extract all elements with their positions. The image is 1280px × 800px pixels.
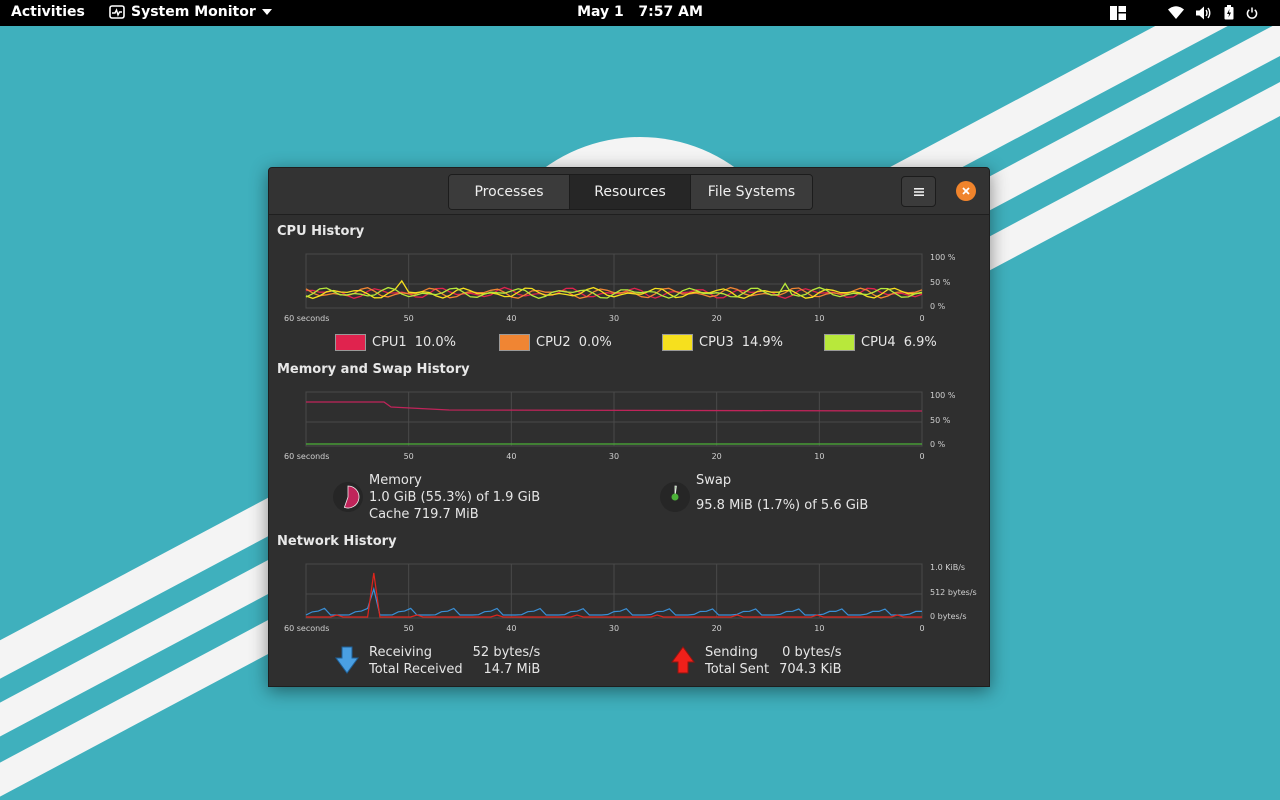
cpu3-name: CPU3	[699, 335, 734, 350]
window-layout-icon[interactable]	[1110, 5, 1126, 20]
receiving-info: Receiving 52 bytes/s Total Received 14.7…	[369, 644, 540, 678]
network-y-label: 0 bytes/s	[930, 612, 967, 621]
memory-cache: Cache 719.7 MiB	[369, 507, 479, 522]
close-button[interactable]	[956, 181, 976, 201]
network-y-label: 1.0 KiB/s	[930, 563, 965, 572]
app-menu-label: System Monitor	[131, 4, 256, 20]
swap-usage: 95.8 MiB (1.7%) of 5.6 GiB	[696, 498, 869, 513]
hamburger-menu-icon	[913, 187, 924, 196]
cpu-history-graph: 100 % 50 % 0 % 60 seconds 50 40 30 20 10 0	[284, 253, 956, 323]
network-y-label: 512 bytes/s	[930, 588, 977, 597]
swap-label: Swap	[696, 473, 732, 488]
tab-file-systems[interactable]: File Systems	[691, 175, 812, 209]
cpu1-color-swatch[interactable]	[335, 334, 366, 351]
clock-button[interactable]: May 1 7:57 AM	[577, 4, 703, 20]
cpu-y-label: 100 %	[930, 253, 956, 262]
network-history-title: Network History	[277, 534, 397, 549]
swap-info: Swap 95.8 MiB (1.7%) of 5.6 GiB	[696, 472, 868, 514]
header-bar: Processes Resources File Systems	[269, 168, 989, 215]
cpu-y-label: 0 %	[930, 302, 946, 311]
top-bar: Activities System Monitor May 1 7:57 AM	[0, 0, 1280, 26]
system-monitor-app-icon	[109, 5, 125, 19]
memory-x-label: 20	[712, 452, 722, 461]
wifi-icon	[1168, 6, 1184, 19]
total-received-label: Total Received	[369, 662, 463, 677]
cpu3-legend: CPU3 14.9%	[662, 334, 783, 351]
memory-x-label: 30	[609, 452, 619, 461]
sending-info: Sending 0 bytes/s Total Sent 704.3 KiB	[705, 644, 842, 678]
memory-x-label: 50	[404, 452, 414, 461]
total-sent-value: 704.3 KiB	[779, 662, 842, 677]
memory-history-graph: 100 % 50 % 0 % 60 seconds 50 40 30 20 10 0	[284, 391, 956, 461]
battery-icon	[1224, 5, 1234, 20]
close-icon	[962, 187, 970, 195]
activities-button[interactable]: Activities	[11, 4, 85, 20]
tab-resources[interactable]: Resources	[570, 175, 691, 209]
network-history-graph: 1.0 KiB/s 512 bytes/s 0 bytes/s 60 seconds 5…	[284, 563, 977, 633]
network-x-label: 50	[404, 624, 414, 633]
cpu-x-label: 30	[609, 314, 619, 323]
clock-time: 7:57 AM	[638, 4, 703, 20]
cpu-x-label: 60 seconds	[284, 314, 329, 323]
tab-processes[interactable]: Processes	[449, 175, 570, 209]
network-x-label: 20	[712, 624, 722, 633]
memory-label: Memory	[369, 473, 422, 488]
network-x-label: 0	[919, 624, 924, 633]
cpu-y-label: 50 %	[930, 278, 951, 287]
cpu-x-label: 40	[506, 314, 516, 323]
volume-icon	[1196, 6, 1211, 19]
power-icon	[1246, 7, 1258, 19]
memory-history-title: Memory and Swap History	[277, 362, 470, 377]
sending-label: Sending	[705, 645, 758, 660]
clock-date: May 1	[577, 4, 624, 20]
memory-x-label: 60 seconds	[284, 452, 329, 461]
memory-pie-chart[interactable]	[332, 481, 364, 513]
upload-arrow-icon	[671, 646, 695, 674]
cpu4-value: 6.9%	[903, 335, 937, 350]
memory-x-label: 0	[919, 452, 924, 461]
swap-pie-chart[interactable]	[659, 481, 691, 513]
total-received-value: 14.7 MiB	[483, 662, 541, 677]
sending-value: 0 bytes/s	[782, 645, 842, 660]
receiving-value: 52 bytes/s	[472, 645, 541, 660]
cpu-history-title: CPU History	[277, 224, 365, 239]
menu-button[interactable]	[901, 176, 936, 207]
receiving-label: Receiving	[369, 645, 433, 660]
cpu1-name: CPU1	[372, 335, 407, 350]
system-tray[interactable]	[1110, 5, 1258, 20]
network-x-label: 60 seconds	[284, 624, 329, 633]
download-arrow-icon	[335, 646, 359, 674]
memory-x-label: 10	[814, 452, 824, 461]
chevron-down-icon	[261, 9, 272, 15]
network-x-label: 30	[609, 624, 619, 633]
view-switcher: Processes Resources File Systems	[448, 174, 813, 210]
memory-usage: 1.0 GiB (55.3%) of 1.9 GiB	[369, 490, 541, 505]
cpu2-color-swatch[interactable]	[499, 334, 530, 351]
memory-x-label: 40	[506, 452, 516, 461]
memory-y-label: 50 %	[930, 416, 951, 425]
cpu4-name: CPU4	[861, 335, 896, 350]
cpu2-value: 0.0%	[578, 335, 612, 350]
system-monitor-window: Processes Resources File Systems CPU His…	[268, 167, 990, 687]
cpu2-legend: CPU2 0.0%	[499, 334, 612, 351]
memory-info: Memory 1.0 GiB (55.3%) of 1.9 GiB Cache …	[369, 472, 540, 523]
cpu3-color-swatch[interactable]	[662, 334, 693, 351]
cpu4-color-swatch[interactable]	[824, 334, 855, 351]
app-menu[interactable]: System Monitor	[109, 4, 272, 20]
total-sent-label: Total Sent	[705, 662, 770, 677]
cpu1-legend: CPU1 10.0%	[335, 334, 456, 351]
cpu4-legend: CPU4 6.9%	[824, 334, 937, 351]
memory-y-label: 0 %	[930, 440, 946, 449]
cpu1-value: 10.0%	[414, 335, 457, 350]
cpu2-name: CPU2	[536, 335, 571, 350]
network-x-label: 10	[814, 624, 824, 633]
cpu-x-label: 10	[814, 314, 824, 323]
cpu-x-label: 0	[919, 314, 924, 323]
memory-y-label: 100 %	[930, 391, 956, 400]
cpu-x-label: 50	[404, 314, 414, 323]
cpu-x-label: 20	[712, 314, 722, 323]
cpu3-value: 14.9%	[741, 335, 784, 350]
network-x-label: 40	[506, 624, 516, 633]
